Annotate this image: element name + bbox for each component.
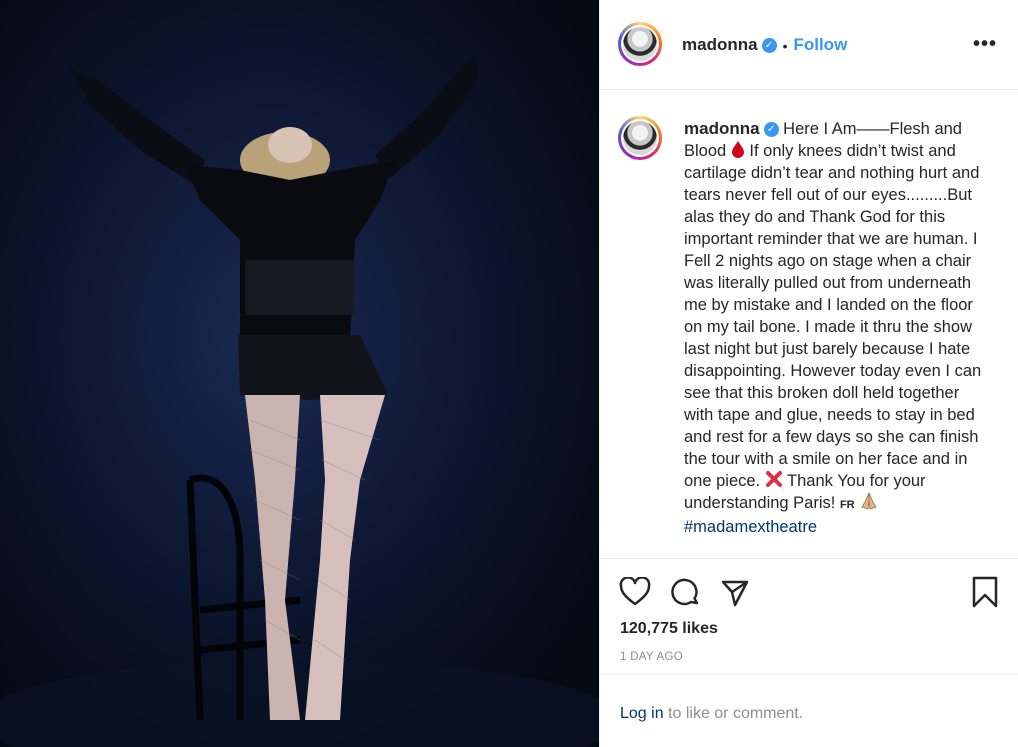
caption-area: madonna ✓ Here I Am——Flesh and Blood If o… bbox=[600, 90, 1018, 558]
post-header: madonna ✓ • Follow ••• bbox=[600, 0, 1018, 90]
cross-mark-icon bbox=[765, 471, 782, 487]
caption-avatar[interactable] bbox=[618, 116, 662, 160]
login-prompt: Log in to like or comment. bbox=[600, 674, 1018, 747]
save-bookmark-icon[interactable] bbox=[972, 576, 998, 608]
post-details-panel: madonna ✓ • Follow ••• madonna ✓ Here I Am——… bbox=[599, 0, 1018, 747]
more-options-icon[interactable]: ••• bbox=[973, 33, 997, 56]
caption-avatar-image bbox=[623, 121, 657, 155]
blood-drop-icon bbox=[731, 141, 744, 158]
login-link[interactable]: Log in bbox=[620, 705, 664, 722]
caption-part2: If only knees didn’t twist and cartilage… bbox=[684, 142, 982, 490]
separator-dot: • bbox=[782, 37, 788, 54]
performer-silhouette bbox=[0, 55, 599, 747]
comment-icon[interactable] bbox=[670, 577, 702, 609]
login-prompt-rest: to like or comment. bbox=[663, 705, 804, 722]
folded-hands-icon bbox=[861, 492, 877, 510]
hashtag-link[interactable]: #madamextheatre bbox=[684, 518, 817, 536]
login-prompt-text: Log in to like or comment. bbox=[620, 705, 803, 723]
flag-text: FR bbox=[839, 499, 855, 511]
caption-verified-badge-icon: ✓ bbox=[763, 122, 779, 138]
like-heart-icon[interactable] bbox=[619, 577, 651, 607]
avatar[interactable] bbox=[618, 22, 662, 66]
follow-button[interactable]: Follow bbox=[793, 35, 847, 54]
avatar-image bbox=[623, 27, 657, 61]
post-timestamp[interactable]: 1 DAY AGO bbox=[620, 651, 683, 663]
verified-badge-icon: ✓ bbox=[761, 38, 777, 54]
caption-text: madonna ✓ Here I Am——Flesh and Blood If o… bbox=[684, 118, 984, 538]
header-username[interactable]: madonna bbox=[682, 35, 758, 54]
likes-count[interactable]: 120,775 likes bbox=[620, 620, 718, 638]
post-photo[interactable] bbox=[0, 0, 599, 747]
share-icon[interactable] bbox=[720, 578, 750, 608]
caption-username[interactable]: madonna bbox=[684, 119, 760, 138]
